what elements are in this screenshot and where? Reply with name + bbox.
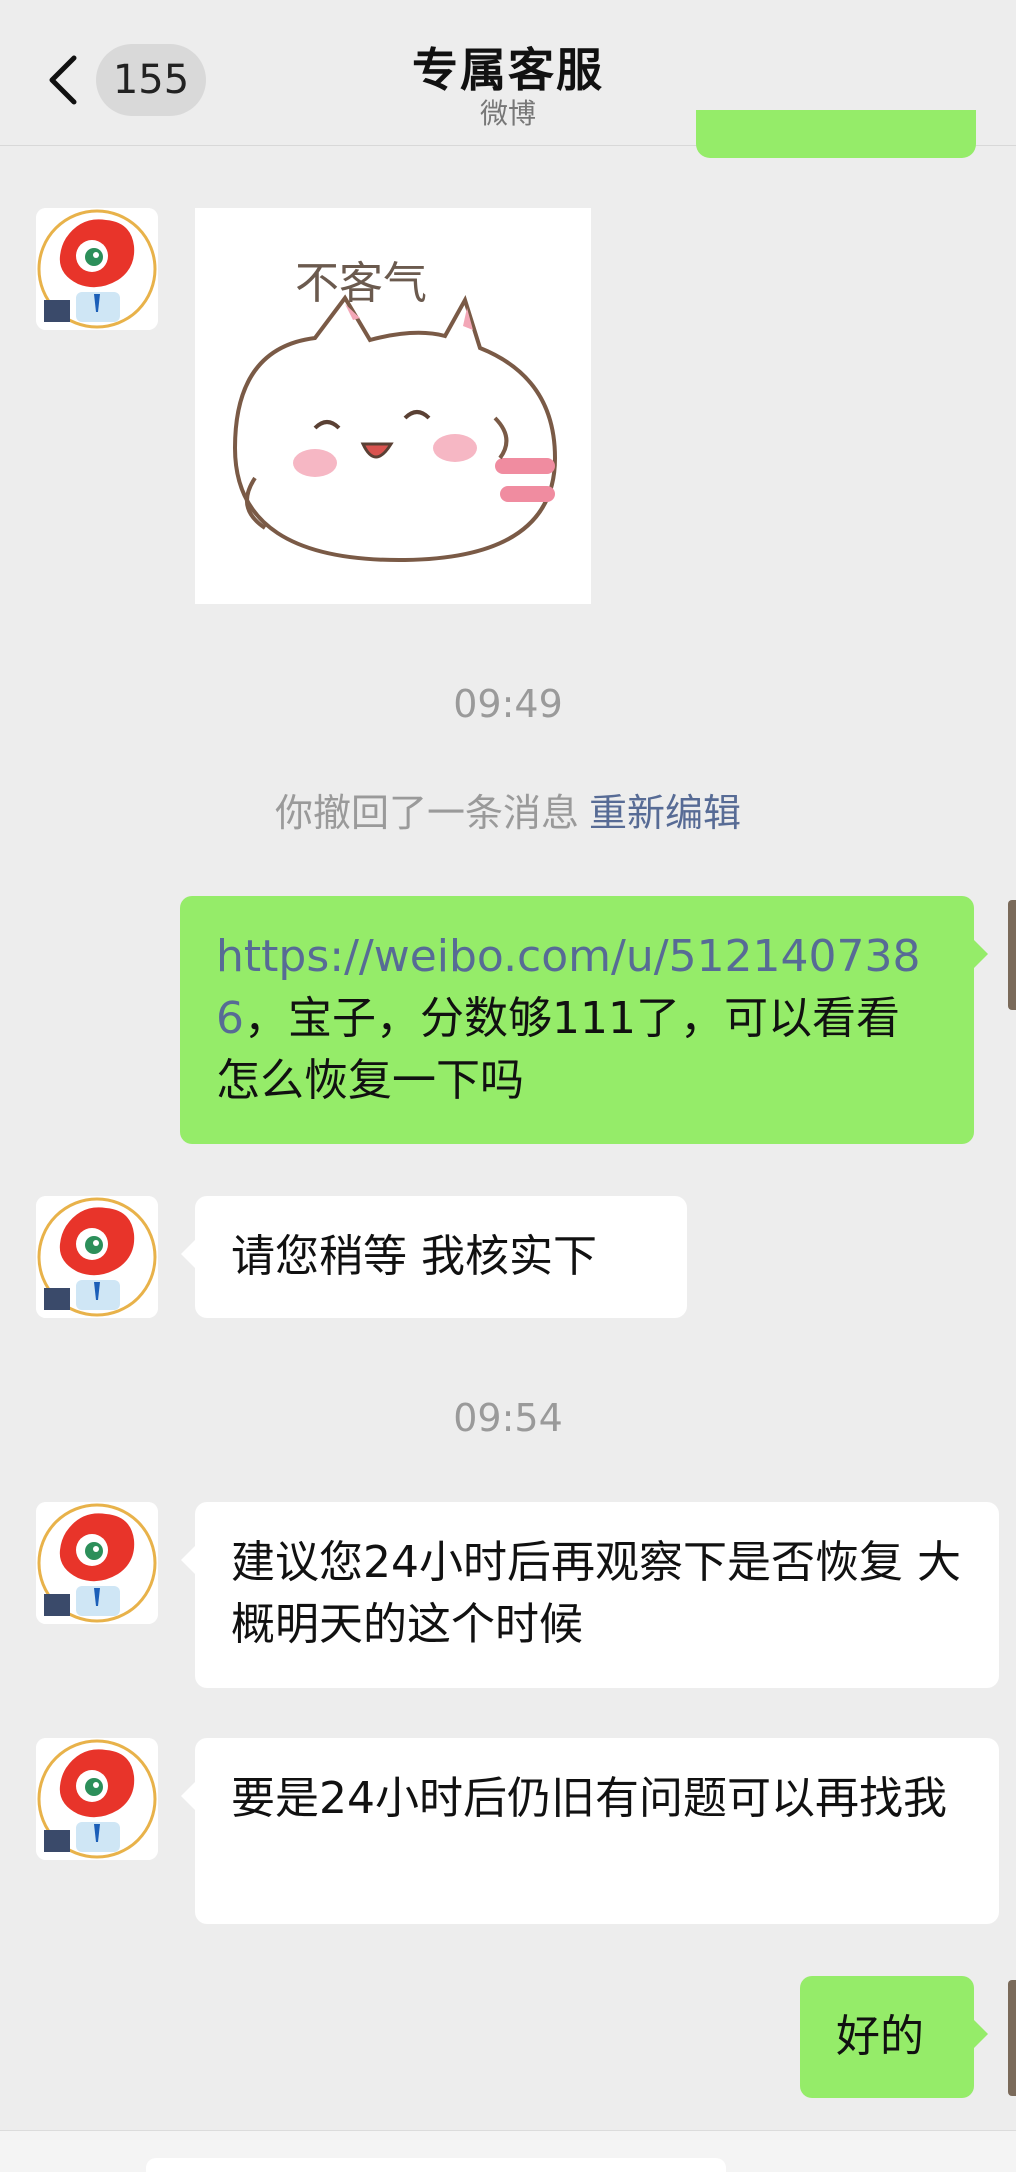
message-timestamp: 09:54: [453, 1396, 563, 1440]
agent-avatar-icon: [36, 1502, 158, 1624]
self-avatar-edge: [1008, 1980, 1016, 2096]
message-text: 好的: [836, 2011, 924, 2062]
cat-sticker-icon: 不客气: [195, 208, 591, 604]
agent-avatar[interactable]: [36, 1502, 158, 1624]
message-text: ，宝子，分数够111了，可以看看怎么恢复一下吗: [216, 993, 900, 1106]
chat-screen: 155 专属客服 微博 不客气 09:49 你撤回了一条消息 重新编辑 http…: [0, 0, 1016, 2172]
outgoing-message-bubble[interactable]: 好的: [800, 1976, 988, 2098]
agent-avatar[interactable]: [36, 1738, 158, 1860]
message-text: 请您稍等 我核实下: [231, 1231, 597, 1282]
chat-title: 专属客服: [412, 43, 604, 97]
recall-text: 你撤回了一条消息: [274, 791, 579, 835]
outgoing-message-bubble[interactable]: https://weibo.com/u/5121407386，宝子，分数够111…: [180, 896, 988, 1144]
incoming-message-bubble[interactable]: 要是24小时后仍旧有问题可以再找我: [181, 1738, 999, 1924]
incoming-message-bubble[interactable]: 请您稍等 我核实下: [181, 1196, 687, 1318]
chat-header: 155 专属客服 微博: [0, 0, 1016, 158]
message-input[interactable]: [146, 2158, 726, 2172]
agent-avatar-icon: [36, 1196, 158, 1318]
re-edit-link[interactable]: 重新编辑: [589, 791, 741, 835]
incoming-message-bubble[interactable]: 建议您24小时后再观察下是否恢复 大概明天的这个时候: [181, 1502, 999, 1688]
agent-avatar-icon: [36, 1738, 158, 1860]
agent-avatar[interactable]: [36, 1196, 158, 1318]
thanks-sticker[interactable]: 不客气: [195, 208, 591, 604]
self-avatar-edge: [1008, 900, 1016, 1010]
recall-notice: 你撤回了一条消息 重新编辑: [0, 782, 1016, 837]
sticker-text: 不客气: [295, 258, 427, 309]
message-text: 要是24小时后仍旧有问题可以再找我: [231, 1773, 947, 1824]
message-timestamp: 09:49: [453, 682, 563, 726]
message-text: 建议您24小时后再观察下是否恢复 大概明天的这个时候: [231, 1537, 961, 1650]
agent-avatar-icon: [36, 208, 158, 330]
chat-subtitle: 微博: [479, 97, 536, 130]
agent-avatar[interactable]: [36, 208, 158, 330]
